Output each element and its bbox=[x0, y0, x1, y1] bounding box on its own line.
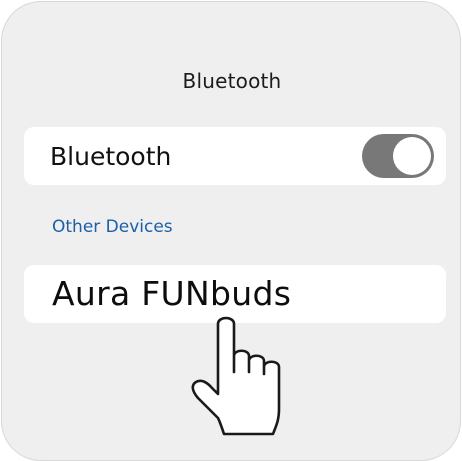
bluetooth-label: Bluetooth bbox=[50, 142, 172, 171]
page-title: Bluetooth bbox=[182, 69, 282, 93]
bluetooth-setting-row: Bluetooth bbox=[24, 127, 446, 185]
section-header-other-devices: Other Devices bbox=[52, 217, 173, 237]
device-name: Aura FUNbuds bbox=[52, 274, 292, 313]
toggle-knob bbox=[393, 137, 431, 175]
bluetooth-toggle[interactable] bbox=[362, 134, 434, 178]
hand-pointer-icon bbox=[191, 316, 281, 436]
